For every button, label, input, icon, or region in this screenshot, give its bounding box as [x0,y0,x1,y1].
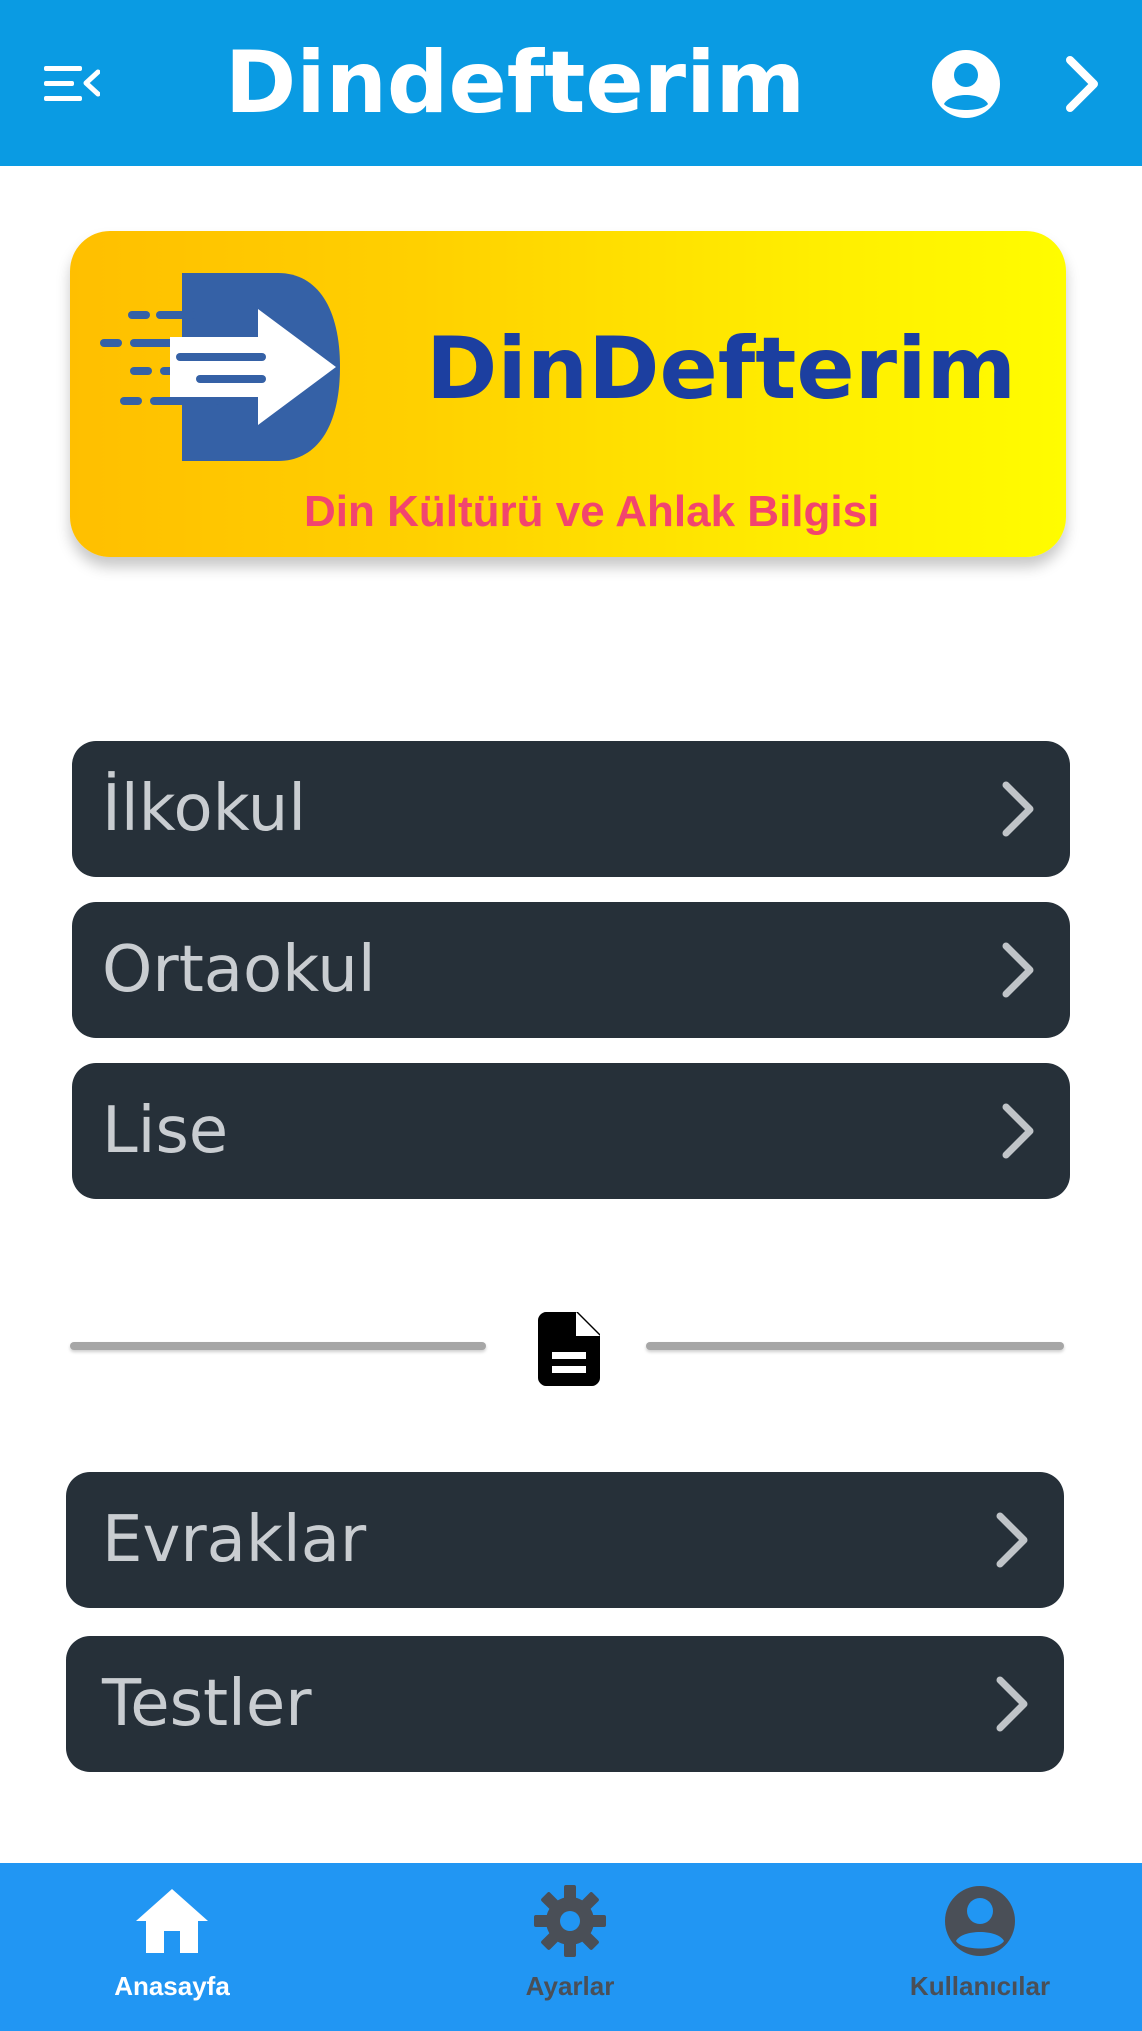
nav-item-settings[interactable]: Ayarlar [480,1863,660,2031]
brand-subtitle: Din Kültürü ve Ahlak Bilgisi [304,487,880,536]
brand-name: DinDefterim [426,319,1017,419]
level-label: İlkokul [102,772,307,846]
nav-label: Anasayfa [114,1971,230,2001]
level-label: Ortaokul [102,933,376,1007]
gear-icon [534,1885,606,1957]
level-button-ilkokul[interactable]: İlkokul [72,741,1070,877]
resource-button-testler[interactable]: Testler [66,1636,1064,1772]
chevron-right-icon[interactable] [1060,54,1104,114]
level-button-lise[interactable]: Lise [72,1063,1070,1199]
chevron-right-icon [996,1512,1028,1568]
document-icon [538,1312,600,1386]
resource-button-evraklar[interactable]: Evraklar [66,1472,1064,1608]
divider-line-right [646,1342,1064,1350]
resource-label: Evraklar [102,1503,367,1577]
resource-label: Testler [102,1667,312,1741]
chevron-right-icon [1002,781,1034,837]
app-bar: Dindefterim [0,0,1142,166]
banner: DinDefterim Din Kültürü ve Ahlak Bilgisi [70,231,1066,557]
app-title: Dindefterim [224,33,806,133]
home-icon [136,1889,208,1953]
nav-label: Kullanıcılar [909,1971,1051,2001]
bottom-navigation: Anasayfa Ayarlar Kullanıcılar [0,1863,1142,2031]
account-circle-icon[interactable] [930,48,1002,120]
chevron-right-icon [1002,942,1034,998]
account-circle-icon [945,1886,1015,1956]
nav-item-users[interactable]: Kullanıcılar [880,1863,1080,2031]
level-label: Lise [102,1094,229,1168]
chevron-right-icon [996,1676,1028,1732]
logo [100,273,340,461]
nav-item-home[interactable]: Anasayfa [82,1863,262,2031]
chevron-right-icon [1002,1103,1034,1159]
level-button-ortaokul[interactable]: Ortaokul [72,902,1070,1038]
nav-label: Ayarlar [525,1971,615,2001]
divider-line-left [70,1342,486,1350]
